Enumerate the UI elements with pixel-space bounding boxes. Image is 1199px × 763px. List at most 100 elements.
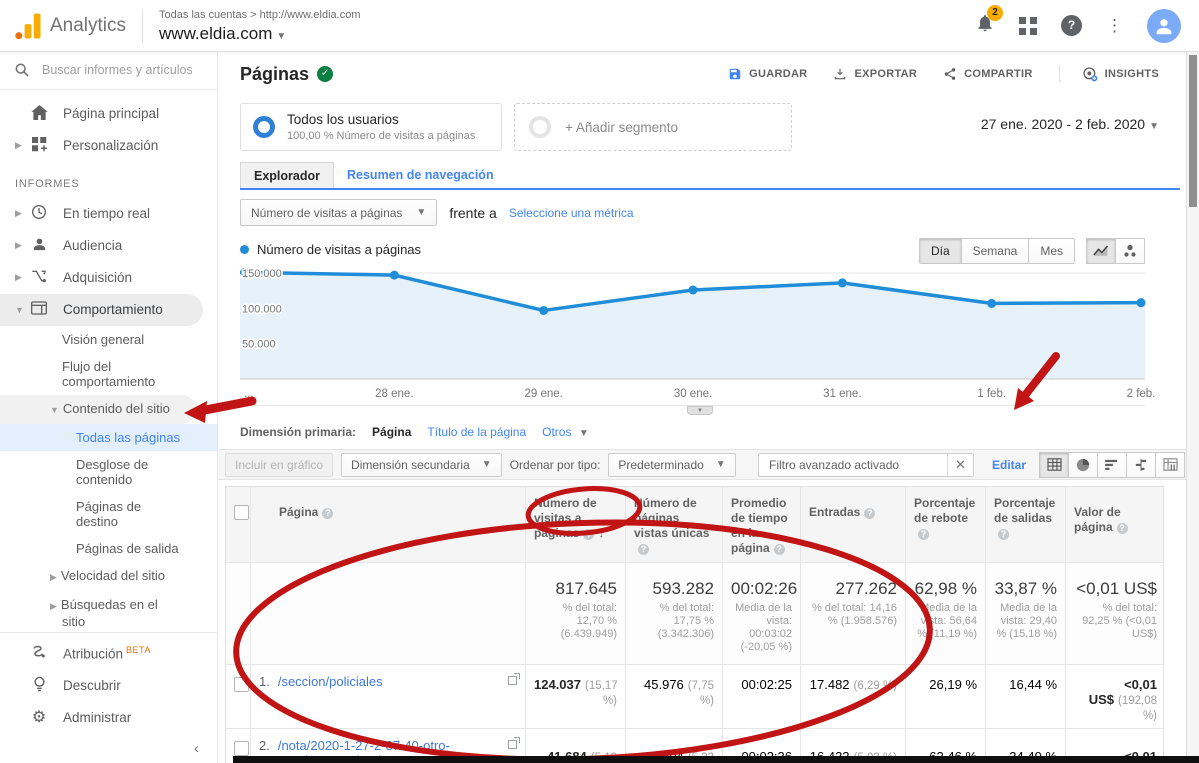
sidebar-item-behavior[interactable]: ▼ Comportamiento [0, 294, 203, 326]
sidebar-item-overview[interactable]: Visión general [0, 326, 217, 353]
select-all-checkbox[interactable] [234, 505, 249, 520]
vertical-scrollbar[interactable] [1186, 52, 1199, 763]
page-title: Páginas [240, 64, 309, 85]
clock-icon [30, 204, 48, 223]
sidebar-item-content-drilldown[interactable]: Desglose de contenido [0, 451, 190, 493]
help-tooltip-icon[interactable]: ? [918, 529, 929, 540]
sidebar-item-site-content[interactable]: ▼Contenido del sitio [0, 395, 196, 424]
search-icon [14, 62, 30, 78]
sidebar-item-site-speed[interactable]: ▶Velocidad del sitio [0, 562, 217, 591]
column-header-promedio[interactable]: Promedio de tiempo en la página? [723, 487, 801, 562]
verified-check-icon: ✓ [317, 66, 333, 82]
pivot-view-button[interactable] [1155, 452, 1185, 478]
sidebar-item-audience[interactable]: ▶ Audiencia [0, 230, 217, 262]
sidebar-item-realtime[interactable]: ▶ En tiempo real [0, 198, 217, 230]
pie-chart-icon [1076, 458, 1090, 472]
data-view-button[interactable] [1039, 452, 1069, 478]
remove-filter-icon[interactable]: ✕ [947, 454, 973, 476]
sidebar-item-attribution[interactable]: AtribuciónBETA [0, 637, 217, 669]
performance-view-button[interactable] [1097, 452, 1127, 478]
granularity-month-button[interactable]: Mes [1028, 238, 1075, 264]
bars-icon [1105, 459, 1119, 471]
sidebar-item-all-pages[interactable]: Todas las páginas [0, 424, 217, 451]
account-name: www.eldia.com [159, 24, 272, 43]
edit-filter-link[interactable]: Editar [992, 458, 1026, 472]
help-tooltip-icon[interactable]: ? [864, 508, 875, 519]
export-button[interactable]: EXPORTAR [833, 67, 917, 81]
plot-rows-button[interactable]: Incluir en gráfico [225, 453, 333, 477]
sidebar-item-home[interactable]: Página principal [0, 98, 217, 130]
total-unique: 593.282 [634, 579, 714, 599]
help-tooltip-icon[interactable]: ? [583, 529, 594, 540]
svg-text:...: ... [244, 388, 254, 400]
notifications-bell-icon[interactable]: 2 [975, 12, 995, 39]
apps-grid-icon[interactable] [1019, 17, 1037, 35]
comparison-view-button[interactable] [1126, 452, 1156, 478]
sidebar-item-discover[interactable]: Descubrir [0, 669, 217, 701]
row-checkbox[interactable] [234, 677, 249, 692]
column-header-vistas-unicas[interactable]: Número de páginas vistas únicas? [626, 487, 723, 562]
share-button[interactable]: COMPARTIR [943, 67, 1033, 81]
help-tooltip-icon[interactable]: ? [998, 529, 1009, 540]
expand-icon: ▶ [15, 208, 23, 219]
more-options-icon[interactable]: ⋮ [1106, 16, 1123, 36]
dimension-titulo[interactable]: Título de la página [427, 425, 526, 439]
granularity-week-button[interactable]: Semana [961, 238, 1030, 264]
table-icon [1047, 458, 1062, 471]
sidebar-collapse-button[interactable]: ‹ [0, 733, 217, 763]
date-range-selector[interactable]: 27 ene. 2020 - 2 feb. 2020▼ [981, 116, 1159, 132]
metric-selector-dropdown[interactable]: Número de visitas a páginas▼ [240, 199, 437, 226]
percentage-view-button[interactable] [1068, 452, 1098, 478]
external-link-icon[interactable] [508, 740, 517, 749]
avatar[interactable] [1147, 9, 1181, 43]
expand-icon: ▶ [15, 140, 23, 151]
save-button[interactable]: GUARDAR [728, 67, 807, 81]
column-header-rebote[interactable]: Porcentaje de rebote? [906, 487, 986, 562]
insights-button[interactable]: INSIGHTS [1059, 66, 1159, 82]
table-row[interactable]: 1./seccion/policiales124.037(15,17 %)45.… [226, 665, 1163, 729]
tab-explorador[interactable]: Explorador [240, 162, 334, 188]
help-tooltip-icon[interactable]: ? [638, 544, 649, 555]
select-metric-link[interactable]: Seleccione una métrica [509, 206, 634, 220]
tab-resumen-navegacion[interactable]: Resumen de navegación [334, 162, 507, 188]
scrollbar-thumb[interactable] [1189, 55, 1197, 207]
help-tooltip-icon[interactable]: ? [774, 544, 785, 555]
chart-x-scrollbar[interactable]: ▼ [240, 405, 1145, 414]
add-segment-button[interactable]: + Añadir segmento [514, 103, 792, 151]
dimension-otros[interactable]: Otros ▼ [542, 425, 589, 439]
segment-all-users[interactable]: Todos los usuarios 100,00 % Número de vi… [240, 103, 502, 151]
sort-type-dropdown[interactable]: Predeterminado▼ [608, 453, 735, 477]
svg-text:28 ene.: 28 ene. [375, 388, 413, 400]
account-switcher[interactable]: Todas las cuentas > http://www.eldia.com… [159, 10, 360, 42]
row-checkbox[interactable] [234, 741, 249, 756]
column-header-pagina[interactable]: Página? [251, 487, 526, 562]
search-input[interactable] [42, 63, 192, 77]
table-view-buttons [1040, 452, 1185, 478]
chart-scroll-handle[interactable]: ▼ [687, 406, 713, 415]
sidebar-item-landing-pages[interactable]: Páginas de destino [0, 493, 190, 535]
sidebar-item-personalization[interactable]: ▶ Personalización [0, 130, 217, 162]
expand-icon: ▶ [50, 601, 57, 611]
segment-ring-icon [253, 116, 275, 138]
product-name: Analytics [50, 15, 126, 37]
help-icon[interactable]: ? [1061, 15, 1082, 36]
help-tooltip-icon[interactable]: ? [322, 508, 333, 519]
column-header-salidas[interactable]: Porcentaje de salidas? [986, 487, 1066, 562]
granularity-day-button[interactable]: Día [919, 238, 962, 264]
dimension-pagina[interactable]: Página [372, 425, 411, 439]
external-link-icon[interactable] [508, 676, 517, 685]
total-time: 00:02:26 [731, 579, 792, 599]
column-header-visitas[interactable]: Número de visitas a páginas?↓ [526, 487, 626, 562]
secondary-dimension-dropdown[interactable]: Dimensión secundaria▼ [341, 453, 502, 477]
page-link[interactable]: /seccion/policiales [278, 674, 502, 689]
column-header-valor[interactable]: Valor de página? [1066, 487, 1165, 562]
sidebar-item-site-search[interactable]: ▶Búsquedas en el sitio [0, 591, 180, 632]
help-tooltip-icon[interactable]: ? [1117, 523, 1128, 534]
sidebar-item-admin[interactable]: ⚙ Administrar [0, 701, 217, 733]
sidebar-item-exit-pages[interactable]: Páginas de salida [0, 535, 217, 562]
column-header-entradas[interactable]: Entradas? [801, 487, 906, 562]
motion-chart-view-button[interactable] [1115, 238, 1145, 264]
sidebar-item-behavior-flow[interactable]: Flujo del comportamiento [0, 353, 175, 395]
sidebar-item-acquisition[interactable]: ▶ Adquisición [0, 262, 217, 294]
line-chart-view-button[interactable] [1086, 238, 1116, 264]
